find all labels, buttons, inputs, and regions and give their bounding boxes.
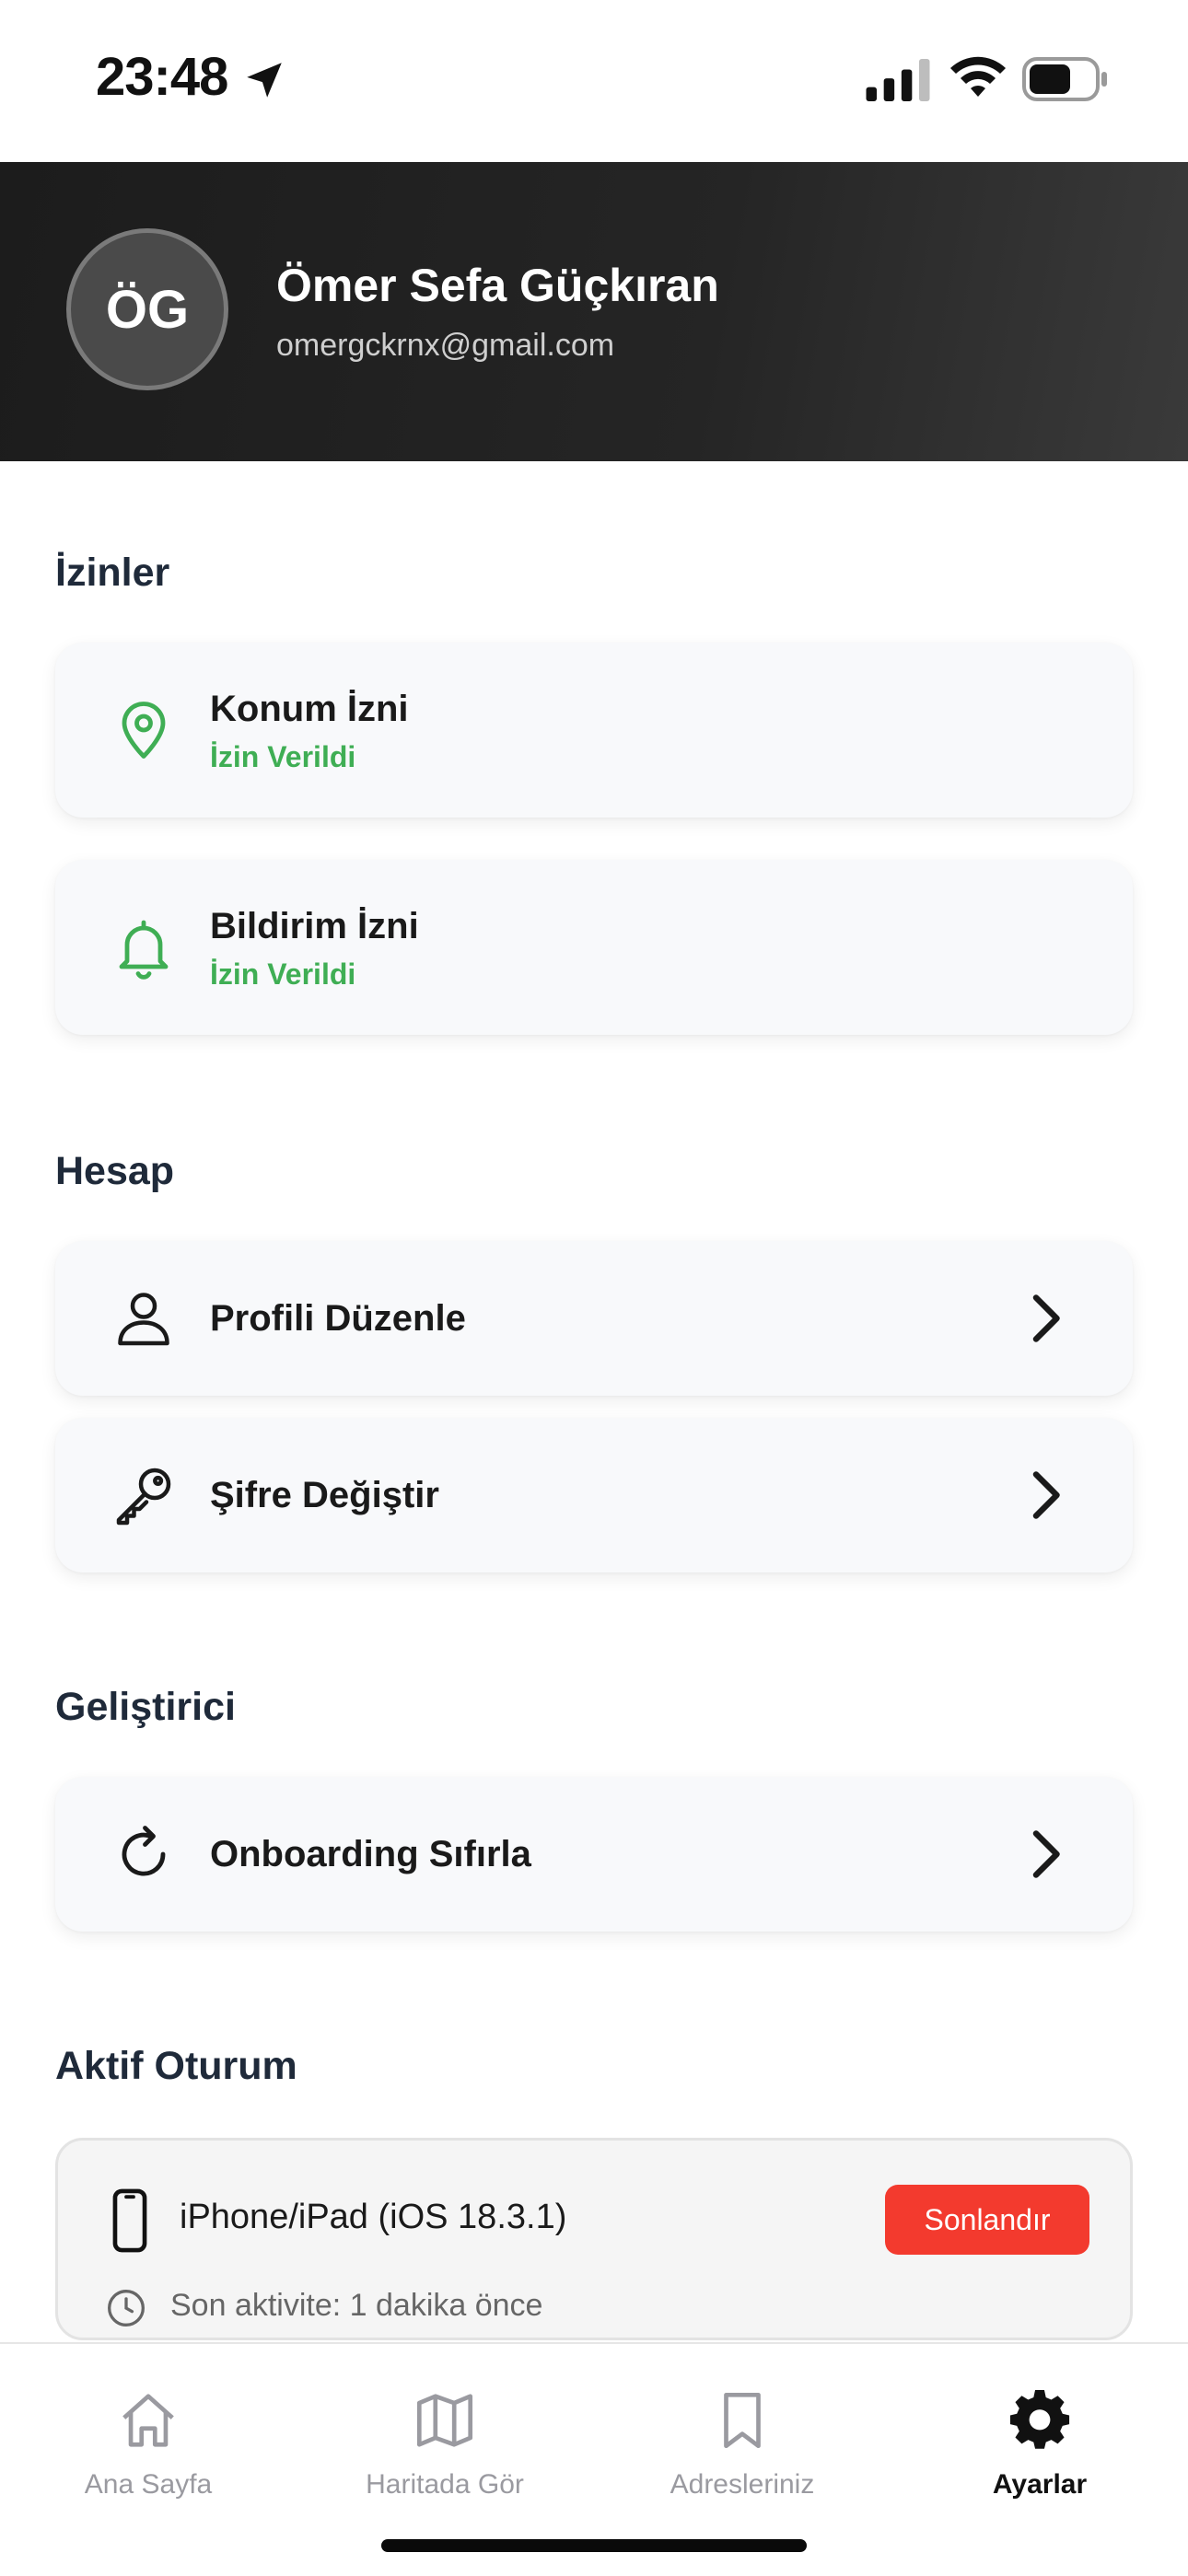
- section-title-session: Aktif Oturum: [55, 2044, 297, 2088]
- tab-map-label: Haritada Gör: [366, 2469, 524, 2500]
- change-password-label: Şifre Değiştir: [210, 1475, 439, 1515]
- session-last-activity: Son aktivite: 1 dakika önce: [170, 2288, 543, 2323]
- reset-onboarding-label: Onboarding Sıfırla: [210, 1834, 531, 1874]
- bell-icon: [119, 920, 169, 980]
- active-session-card: iPhone/iPad (iOS 18.3.1) Sonlandır Son a…: [55, 2138, 1133, 2340]
- tab-settings-label: Ayarlar: [992, 2469, 1088, 2500]
- tab-addresses[interactable]: Adresleriniz: [594, 2344, 891, 2510]
- phone-icon: [112, 2188, 147, 2253]
- edit-profile-row[interactable]: Profili Düzenle: [55, 1241, 1133, 1396]
- status-bar: 23:48: [0, 0, 1188, 162]
- section-title-developer: Geliştirici: [55, 1685, 236, 1729]
- gear-icon: [1009, 2390, 1070, 2449]
- avatar: ÖG: [66, 228, 228, 390]
- permission-notification-title: Bildirim İzni: [210, 906, 419, 946]
- map-icon: [416, 2394, 473, 2447]
- reset-onboarding-row[interactable]: Onboarding Sıfırla: [55, 1777, 1133, 1932]
- tab-home[interactable]: Ana Sayfa: [0, 2344, 297, 2510]
- permission-location-title: Konum İzni: [210, 689, 409, 729]
- change-password-row[interactable]: Şifre Değiştir: [55, 1418, 1133, 1572]
- clock-icon: [108, 2290, 145, 2327]
- session-device: iPhone/iPad (iOS 18.3.1): [180, 2198, 567, 2236]
- wifi-icon: [950, 56, 1006, 97]
- user-icon: [118, 1293, 169, 1346]
- end-session-button[interactable]: Sonlandır: [885, 2185, 1089, 2255]
- tab-map[interactable]: Haritada Gör: [297, 2344, 593, 2510]
- permission-location-card[interactable]: Konum İzni İzin Verildi: [55, 643, 1133, 818]
- bookmark-icon: [724, 2392, 761, 2449]
- permission-location-status: İzin Verildi: [210, 740, 356, 773]
- section-title-account: Hesap: [55, 1149, 175, 1193]
- section-title-permissions: İzinler: [55, 551, 170, 595]
- key-icon: [116, 1468, 171, 1526]
- battery-icon: [1022, 57, 1107, 101]
- tab-home-label: Ana Sayfa: [84, 2469, 213, 2500]
- cellular-signal-icon: [866, 59, 930, 101]
- profile-name: Ömer Sefa Güçkıran: [276, 260, 719, 311]
- tab-addresses-label: Adresleriniz: [670, 2469, 815, 2500]
- profile-header: ÖG Ömer Sefa Güçkıran omergckrnx@gmail.c…: [0, 162, 1188, 461]
- location-arrow-icon: [247, 63, 282, 98]
- home-indicator: [381, 2539, 807, 2552]
- refresh-icon: [122, 1826, 166, 1876]
- location-pin-icon: [122, 702, 166, 759]
- tab-settings[interactable]: Ayarlar: [891, 2344, 1188, 2510]
- profile-email: omergckrnx@gmail.com: [276, 328, 615, 363]
- status-time: 23:48: [96, 47, 228, 107]
- permission-notification-card[interactable]: Bildirim İzni İzin Verildi: [55, 860, 1133, 1035]
- edit-profile-label: Profili Düzenle: [210, 1298, 466, 1339]
- permission-notification-status: İzin Verildi: [210, 957, 356, 991]
- home-icon: [122, 2394, 174, 2447]
- chevron-right-icon: [1032, 1294, 1060, 1342]
- chevron-right-icon: [1032, 1471, 1060, 1519]
- chevron-right-icon: [1032, 1830, 1060, 1878]
